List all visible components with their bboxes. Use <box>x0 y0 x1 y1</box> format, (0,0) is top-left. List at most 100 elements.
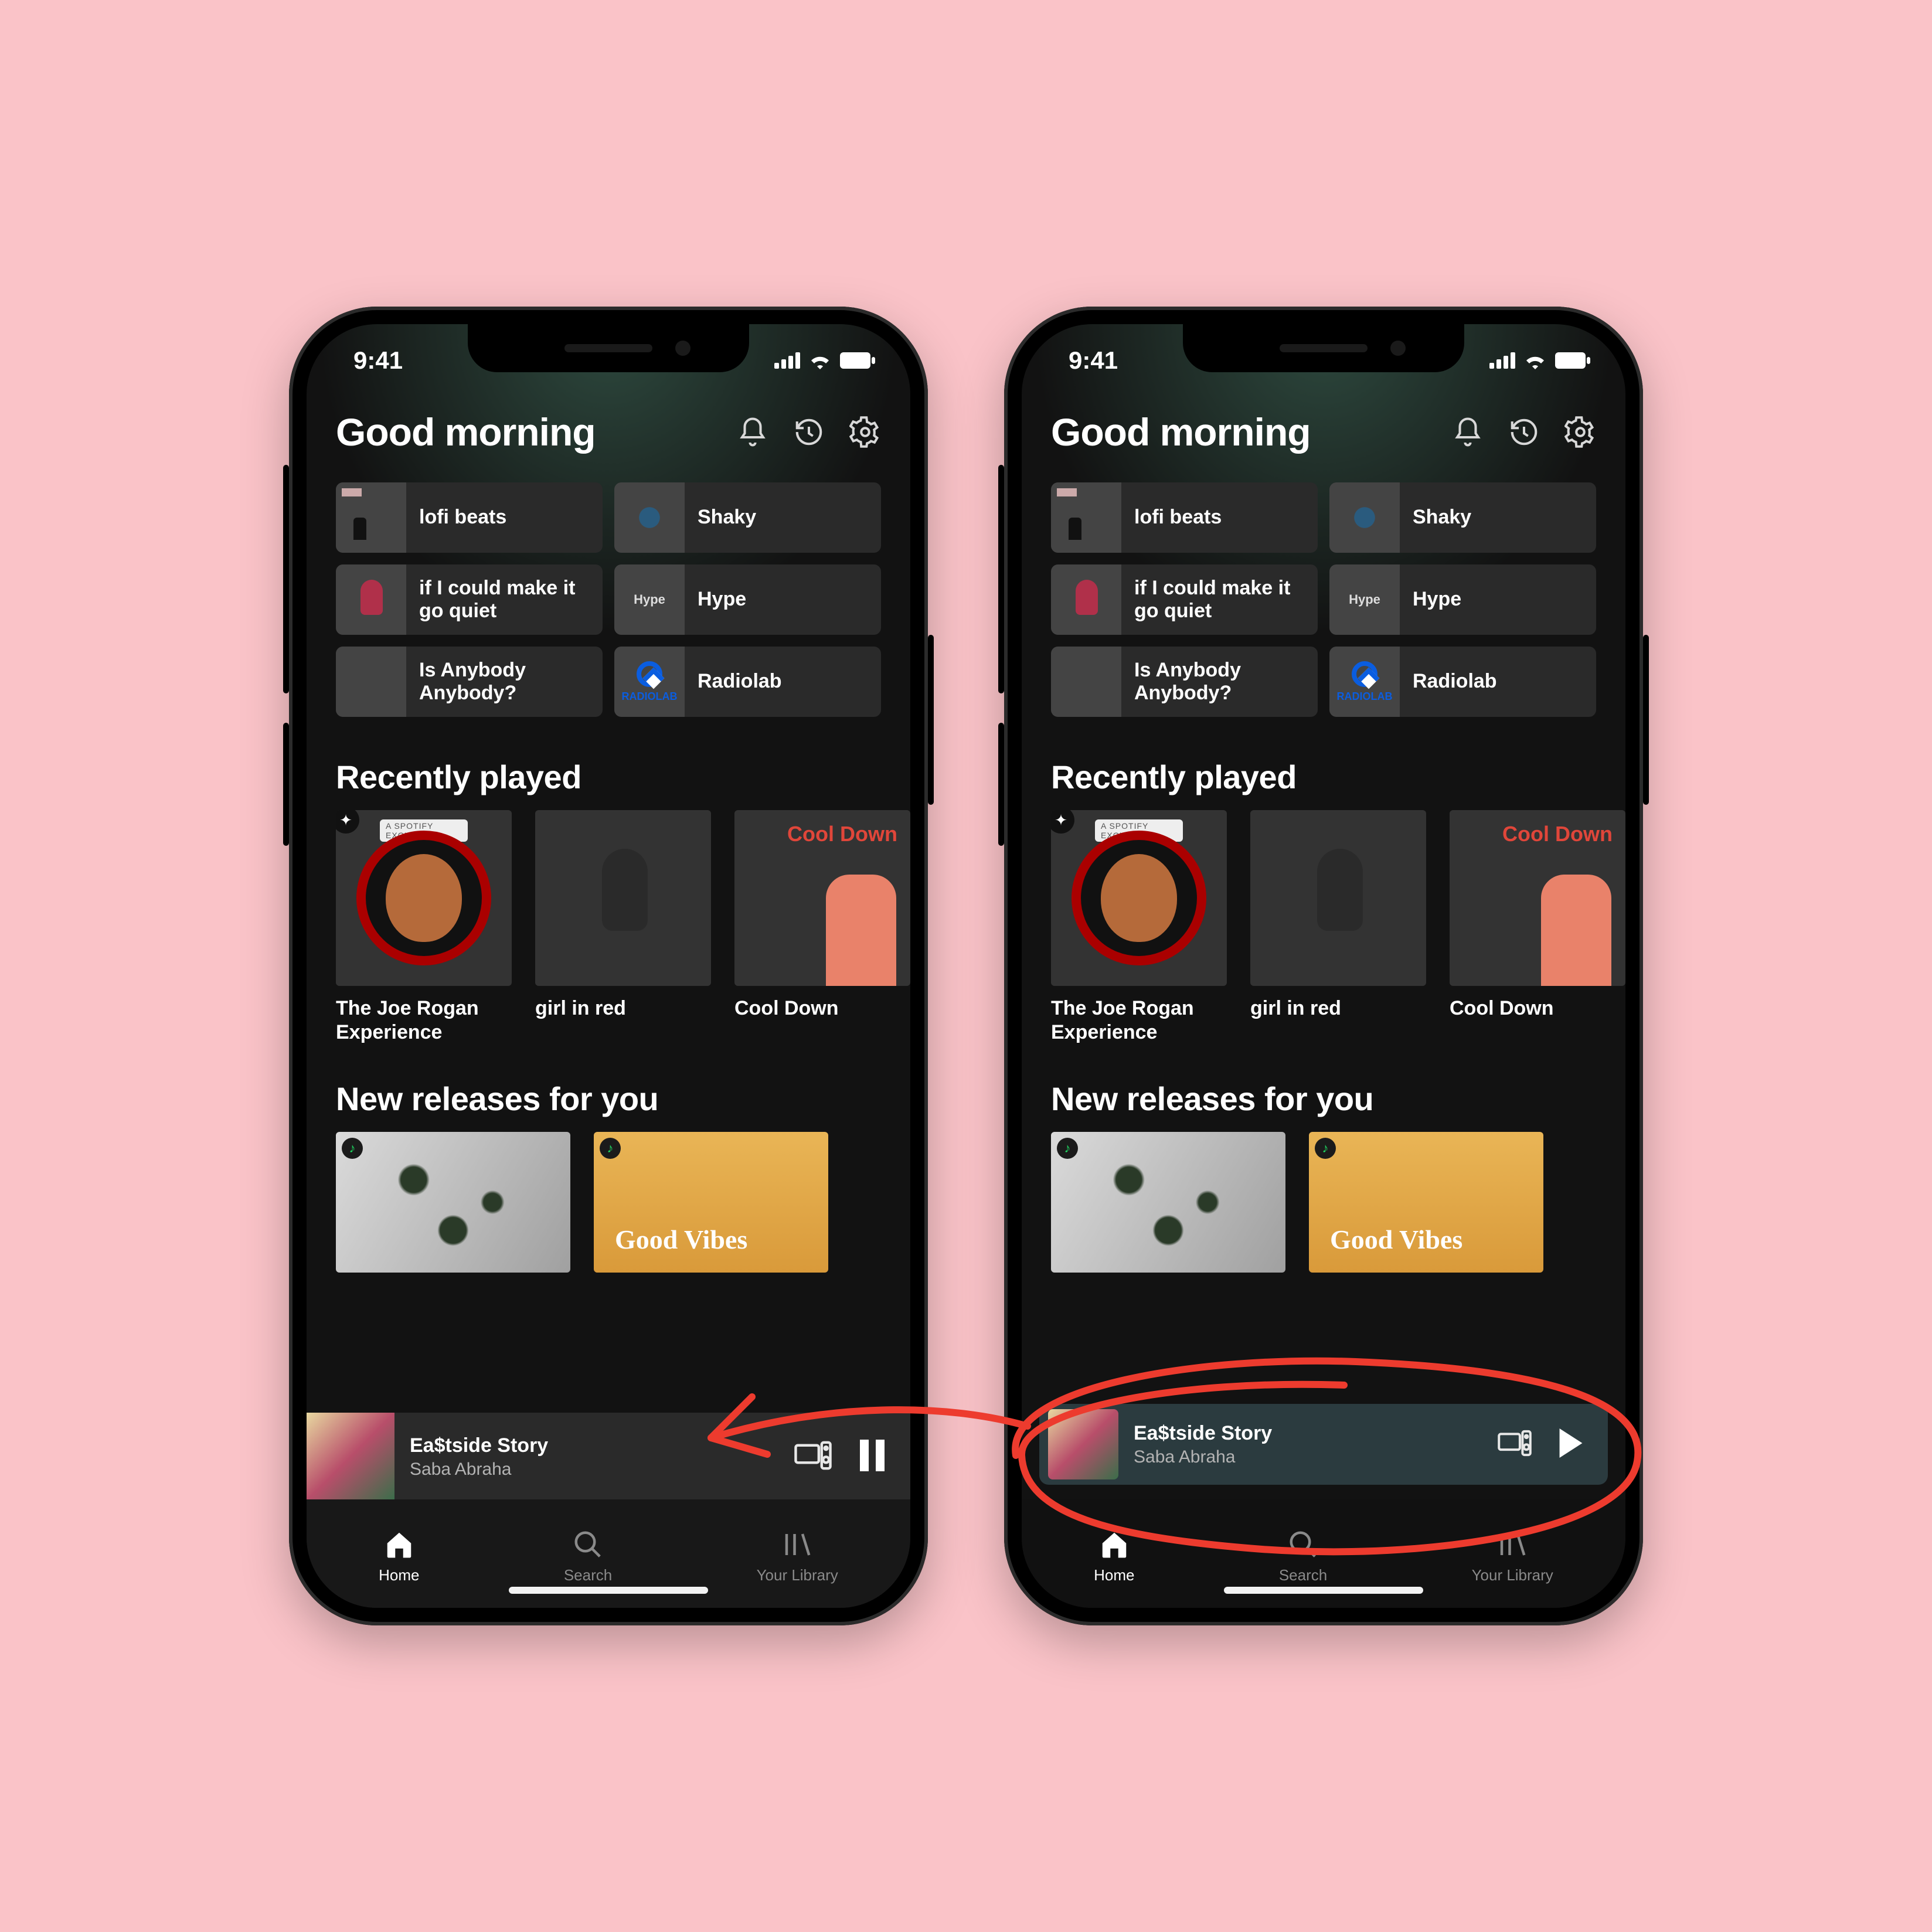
shortcuts-grid: lofi beats Shaky if I could make it go q… <box>307 466 910 723</box>
shortcut-art <box>1051 647 1121 717</box>
shortcut-art <box>336 564 406 635</box>
wifi-icon <box>1523 352 1547 369</box>
home-header: Good morning <box>307 375 910 466</box>
notifications-icon[interactable] <box>1452 416 1484 448</box>
now-playing-track: Ea$tside Story <box>1134 1422 1498 1445</box>
greeting: Good morning <box>1051 410 1311 454</box>
recent-row[interactable]: ✦ A SPOTIFY EXCLUSIVE The Joe Rogan Expe… <box>307 810 910 1045</box>
notch <box>1183 324 1464 372</box>
shortcut-tile[interactable]: if I could make it go quiet <box>1051 564 1318 635</box>
spotify-badge-icon: ♪ <box>342 1138 363 1159</box>
shortcut-art <box>1329 482 1400 553</box>
card-cover: Cool Down <box>734 810 910 986</box>
shortcut-art <box>614 482 685 553</box>
now-playing-art <box>307 1413 394 1501</box>
shortcut-art: RADIOLAB <box>614 647 685 717</box>
now-playing-track: Ea$tside Story <box>410 1434 794 1457</box>
recent-card[interactable]: ✦ A SPOTIFY EXCLUSIVE The Joe Rogan Expe… <box>1051 810 1227 1045</box>
shortcut-tile[interactable]: Is Anybody Anybody? <box>1051 647 1318 717</box>
new-row[interactable]: ♪ ♪Good Vibes <box>1022 1132 1625 1273</box>
recent-card[interactable]: girl in red <box>535 810 711 1045</box>
section-title-recent: Recently played <box>1022 723 1625 810</box>
devices-icon[interactable] <box>1498 1429 1532 1460</box>
section-title-recent: Recently played <box>307 723 910 810</box>
tab-search[interactable]: Search <box>1279 1529 1327 1584</box>
tab-library[interactable]: Your Library <box>757 1529 838 1584</box>
shortcut-art: RADIOLAB <box>1329 647 1400 717</box>
greeting: Good morning <box>336 410 596 454</box>
phone-mockup-left: 9:41 Good morning <box>289 307 928 1625</box>
section-title-new: New releases for you <box>307 1045 910 1132</box>
comparison-stage: 9:41 Good morning <box>289 307 1643 1625</box>
settings-icon[interactable] <box>849 416 881 448</box>
card-cover: Cool Down <box>1450 810 1625 986</box>
shortcut-art <box>1051 564 1121 635</box>
card-cover: ✦ A SPOTIFY EXCLUSIVE <box>336 810 512 986</box>
recent-card[interactable]: Cool Down Cool Down <box>734 810 910 1045</box>
now-playing-artist: Saba Abraha <box>1134 1447 1498 1467</box>
spotify-badge-icon: ✦ <box>336 810 359 834</box>
battery-icon <box>1555 352 1590 369</box>
shortcut-tile[interactable]: Shaky <box>614 482 881 553</box>
history-icon[interactable] <box>1508 416 1540 448</box>
shortcut-tile[interactable]: HypeHype <box>614 564 881 635</box>
cellular-icon <box>1489 352 1515 369</box>
spotify-badge-icon: ♪ <box>1057 1138 1078 1159</box>
notifications-icon[interactable] <box>737 416 768 448</box>
recent-card[interactable]: girl in red <box>1250 810 1426 1045</box>
tab-home[interactable]: Home <box>379 1529 419 1584</box>
history-icon[interactable] <box>793 416 825 448</box>
shortcut-tile[interactable]: RADIOLABRadiolab <box>1329 647 1596 717</box>
shortcut-tile[interactable]: lofi beats <box>1051 482 1318 553</box>
now-playing-bar[interactable]: Ea$tside Story Saba Abraha <box>1039 1404 1608 1485</box>
cellular-icon <box>774 352 800 369</box>
home-indicator <box>509 1587 708 1594</box>
recent-card[interactable]: ✦ A SPOTIFY EXCLUSIVE The Joe Rogan Expe… <box>336 810 512 1045</box>
tab-home[interactable]: Home <box>1094 1529 1134 1584</box>
clock: 9:41 <box>353 346 403 375</box>
shortcut-tile[interactable]: RADIOLABRadiolab <box>614 647 881 717</box>
shortcut-tile[interactable]: lofi beats <box>336 482 603 553</box>
new-row[interactable]: ♪ ♪Good Vibes <box>307 1132 910 1273</box>
recent-card[interactable]: Cool Down Cool Down <box>1450 810 1625 1045</box>
wifi-icon <box>808 352 832 369</box>
pause-icon[interactable] <box>858 1440 887 1474</box>
shortcuts-grid: lofi beats Shaky if I could make it go q… <box>1022 466 1625 723</box>
shortcut-art: Hype <box>614 564 685 635</box>
shortcut-art <box>336 482 406 553</box>
now-playing-art <box>1048 1409 1118 1479</box>
card-cover <box>535 810 711 986</box>
shortcut-tile[interactable]: Is Anybody Anybody? <box>336 647 603 717</box>
screen: 9:41 Good morning <box>1022 324 1625 1608</box>
now-playing-bar[interactable]: Ea$tside Story Saba Abraha <box>307 1413 910 1501</box>
notch <box>468 324 749 372</box>
recent-row[interactable]: ✦ A SPOTIFY EXCLUSIVE The Joe Rogan Expe… <box>1022 810 1625 1045</box>
shortcut-art <box>336 647 406 717</box>
card-cover <box>1250 810 1426 986</box>
shortcut-tile[interactable]: Shaky <box>1329 482 1596 553</box>
shortcut-art <box>1051 482 1121 553</box>
settings-icon[interactable] <box>1564 416 1596 448</box>
home-header: Good morning <box>1022 375 1625 466</box>
spotify-badge-icon: ✦ <box>1051 810 1074 834</box>
shortcut-art: Hype <box>1329 564 1400 635</box>
new-card[interactable]: ♪ <box>336 1132 570 1273</box>
battery-icon <box>840 352 875 369</box>
devices-icon[interactable] <box>794 1440 832 1474</box>
clock: 9:41 <box>1069 346 1118 375</box>
new-card[interactable]: ♪Good Vibes <box>1309 1132 1543 1273</box>
screen: 9:41 Good morning <box>307 324 910 1608</box>
now-playing-artist: Saba Abraha <box>410 1460 794 1479</box>
card-cover: ✦ A SPOTIFY EXCLUSIVE <box>1051 810 1227 986</box>
shortcut-tile[interactable]: if I could make it go quiet <box>336 564 603 635</box>
new-card[interactable]: ♪Good Vibes <box>594 1132 828 1273</box>
tab-library[interactable]: Your Library <box>1472 1529 1553 1584</box>
spotify-badge-icon: ♪ <box>1315 1138 1336 1159</box>
new-card[interactable]: ♪ <box>1051 1132 1285 1273</box>
spotify-badge-icon: ♪ <box>600 1138 621 1159</box>
shortcut-tile[interactable]: HypeHype <box>1329 564 1596 635</box>
phone-mockup-right: 9:41 Good morning <box>1004 307 1643 1625</box>
section-title-new: New releases for you <box>1022 1045 1625 1132</box>
play-icon[interactable] <box>1557 1428 1584 1461</box>
tab-search[interactable]: Search <box>564 1529 612 1584</box>
